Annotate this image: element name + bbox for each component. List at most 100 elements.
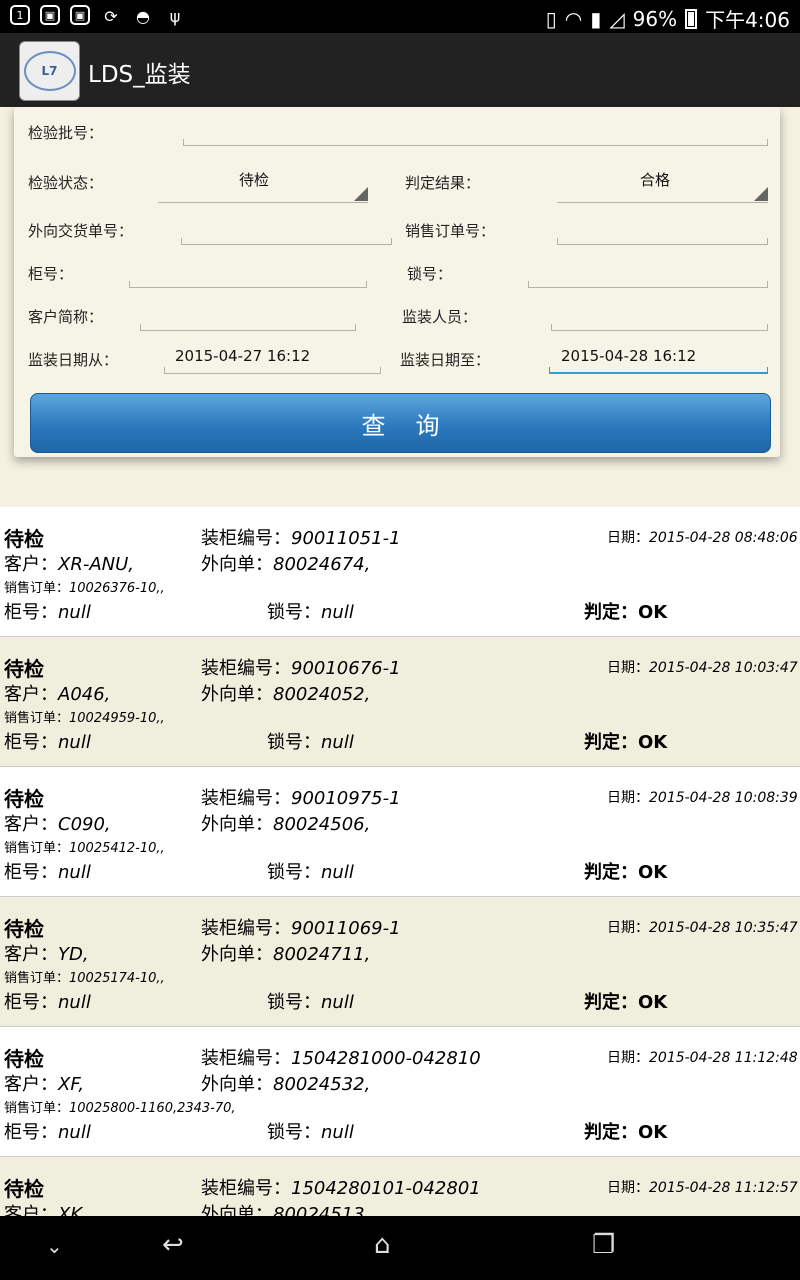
date-from-input[interactable] [164, 367, 381, 374]
list-item[interactable]: 待检 装柜编号：1504281000-042810 日期：2015-04-28 11… [0, 1027, 800, 1157]
list-item[interactable]: 待检 装柜编号：90011051-1 日期：2015-04-28 08:48:06 客… [0, 507, 800, 637]
cabinet-input[interactable] [129, 281, 367, 288]
signal-icon: ◿ [609, 6, 625, 31]
item-cabinet-no: 装柜编号：1504281000-042810 [201, 1048, 481, 1069]
query-button[interactable]: 查询 [30, 393, 771, 453]
item-cabinet-no: 装柜编号：90011069-1 [201, 918, 401, 939]
item-cabinet: 柜号：null [4, 992, 91, 1013]
item-date: 日期：2015-04-28 11:12:57 [607, 1180, 798, 1196]
list-item[interactable]: 待检 装柜编号：90011069-1 日期：2015-04-28 10:35:47 客… [0, 897, 800, 1027]
item-judge: 判定：OK [584, 1122, 668, 1143]
item-date: 日期：2015-04-28 10:03:47 [607, 660, 798, 676]
item-outbound: 外向单：80024532, [201, 1074, 371, 1095]
item-date: 日期：2015-04-28 11:12:48 [607, 1050, 798, 1066]
clock: 下午4:06 [705, 8, 790, 32]
hide-keyboard-icon[interactable]: ⌄ [46, 1234, 63, 1258]
app-notification-icon-2: ▣ [70, 5, 90, 25]
list-item[interactable]: 待检 装柜编号：90010676-1 日期：2015-04-28 10:03:47 客… [0, 637, 800, 767]
item-lock: 锁号：null [267, 992, 354, 1013]
customer-label: 客户简称： [28, 308, 104, 326]
item-judge: 判定：OK [584, 602, 668, 623]
app-notification-icon: ▣ [40, 5, 60, 25]
item-date: 日期：2015-04-28 10:35:47 [607, 920, 798, 936]
item-cabinet-no: 装柜编号：1504280101-042801 [201, 1178, 481, 1199]
item-outbound: 外向单：80024711, [201, 944, 371, 965]
battery-icon [685, 8, 698, 29]
list-item[interactable]: 待检 装柜编号：90010975-1 日期：2015-04-28 10:08:39 客… [0, 767, 800, 897]
outbound-input[interactable] [181, 238, 392, 245]
wifi-icon: ◠ [564, 6, 583, 31]
date-to-input[interactable] [549, 367, 768, 374]
status-select[interactable]: 待检 [158, 165, 368, 203]
status-label: 检验状态： [28, 174, 104, 192]
sales-order-label: 销售订单号： [405, 222, 496, 240]
item-outbound: 外向单：80024513, [201, 1204, 371, 1216]
item-sales-order: 销售订单：10024959-10,, [4, 711, 165, 726]
inspector-label: 监装人员： [402, 308, 478, 326]
batch-label: 检验批号： [28, 124, 104, 142]
app-title: LDS_监装 [88, 62, 191, 88]
item-customer: 客户：A046, [4, 684, 111, 705]
item-customer: 客户：XR-ANU, [4, 554, 135, 575]
lock-label: 锁号： [407, 265, 453, 283]
item-outbound: 外向单：80024052, [201, 684, 371, 705]
item-cabinet-no: 装柜编号：90010975-1 [201, 788, 401, 809]
status-bar: 1 ▣ ▣ ⟳ ◓ ψ ▯ ◠ ▮ ◿ 96% 下午4:06 [0, 0, 800, 33]
list-item[interactable]: 待检 装柜编号：1504280101-042801 日期：2015-04-28 11… [0, 1157, 800, 1216]
sim-icon: ▮ [590, 6, 602, 31]
action-bar: L7 LDS_监装 [0, 33, 800, 107]
item-cabinet-no: 装柜编号：90011051-1 [201, 528, 401, 549]
battery-percent: 96% [632, 6, 678, 31]
item-lock: 锁号：null [267, 1122, 354, 1143]
item-customer: 客户：C090, [4, 814, 111, 835]
inspector-input[interactable] [551, 324, 768, 331]
app-logo[interactable]: L7 [19, 41, 80, 101]
result-label: 判定结果： [405, 174, 481, 192]
item-outbound: 外向单：80024506, [201, 814, 371, 835]
item-sales-order: 销售订单：10025174-10,, [4, 971, 165, 986]
cabinet-label: 柜号： [28, 265, 74, 283]
result-list: 待检 装柜编号：90011051-1 日期：2015-04-28 08:48:06 客… [0, 507, 800, 1216]
batch-input[interactable] [183, 139, 768, 146]
outbound-label: 外向交货单号： [28, 222, 134, 240]
item-customer: 客户：YD, [4, 944, 89, 965]
item-sales-order: 销售订单：10025800-1160,2343-70, [4, 1101, 236, 1116]
item-judge: 判定：OK [584, 732, 668, 753]
dropdown-icon [354, 187, 368, 201]
usb-icon: ψ [169, 6, 181, 26]
item-lock: 锁号：null [267, 732, 354, 753]
item-status: 待检 [4, 787, 44, 811]
recent-apps-icon[interactable]: ❐ [592, 1230, 615, 1260]
item-cabinet-no: 装柜编号：90010676-1 [201, 658, 401, 679]
home-icon[interactable]: ⌂ [374, 1230, 391, 1260]
item-date: 日期：2015-04-28 10:08:39 [607, 790, 798, 806]
item-status: 待检 [4, 917, 44, 941]
item-lock: 锁号：null [267, 862, 354, 883]
date-to-label: 监装日期至： [400, 351, 491, 369]
item-judge: 判定：OK [584, 992, 668, 1013]
date-to-value: 2015-04-28 16:12 [561, 347, 697, 365]
item-status: 待检 [4, 1047, 44, 1071]
item-status: 待检 [4, 527, 44, 551]
item-status: 待检 [4, 657, 44, 681]
item-sales-order: 销售订单：10025412-10,, [4, 841, 165, 856]
result-select-value: 合格 [640, 171, 671, 189]
item-customer: 客户：XF, [4, 1074, 85, 1095]
item-judge: 判定：OK [584, 862, 668, 883]
back-icon[interactable]: ↩ [162, 1230, 184, 1260]
sync-icon: ⟳ [104, 6, 118, 26]
customer-input[interactable] [140, 324, 356, 331]
logo-ring-icon: L7 [23, 51, 76, 91]
date-from-label: 监装日期从： [28, 351, 119, 369]
item-sales-order: 销售订单：10026376-10,, [4, 581, 165, 596]
sales-order-input[interactable] [557, 238, 768, 245]
item-date: 日期：2015-04-28 08:48:06 [607, 530, 798, 546]
item-customer: 客户：XK, [4, 1204, 88, 1216]
item-lock: 锁号：null [267, 602, 354, 623]
item-cabinet: 柜号：null [4, 732, 91, 753]
dropdown-icon [754, 187, 768, 201]
item-cabinet: 柜号：null [4, 1122, 91, 1143]
result-select[interactable]: 合格 [557, 165, 768, 203]
lock-input[interactable] [528, 281, 768, 288]
navigation-bar: ⌄ ↩ ⌂ ❐ [0, 1216, 800, 1280]
